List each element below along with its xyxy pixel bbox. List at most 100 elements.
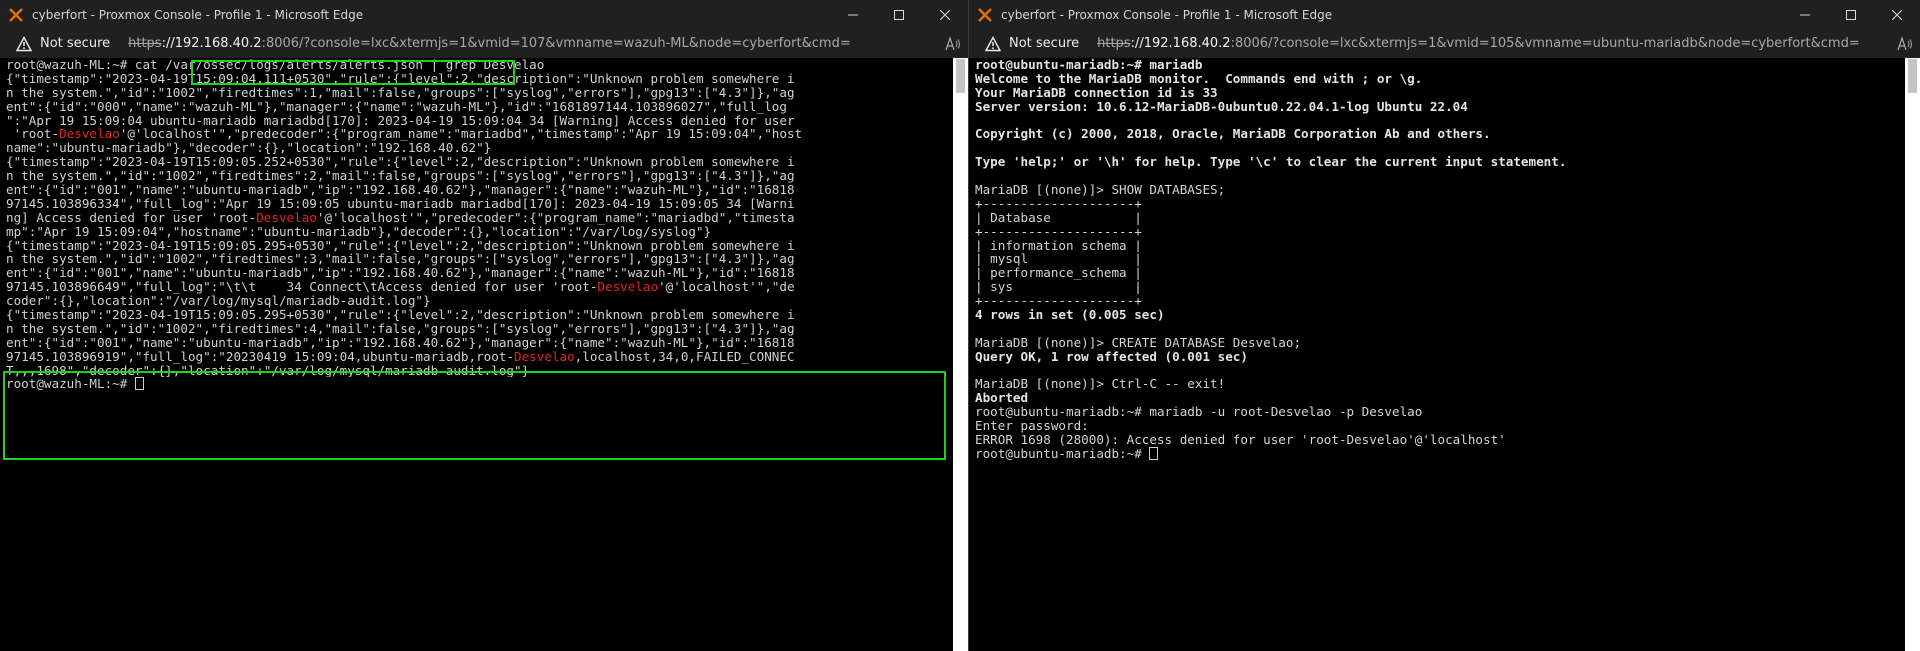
terminal-text: | performance_schema |	[975, 266, 1142, 281]
terminal-line: coder":{},"location":"/var/log/mysql/mar…	[6, 294, 953, 308]
terminal-line: Type 'help;' or '\h' for help. Type '\c'…	[975, 155, 1905, 169]
url-protocol: https	[1097, 36, 1131, 51]
terminal-line: | information_schema |	[975, 239, 1905, 253]
terminal-text: Copyright (c) 2000, 2018, Oracle, MariaD…	[975, 127, 1491, 142]
terminal-line: 97145.103896334","full_log":"Apr 19 15:0…	[6, 197, 953, 211]
terminal-line: +--------------------+	[975, 294, 1905, 308]
scrollbar-thumb[interactable]	[956, 59, 965, 93]
terminal-line: ent":{"id":"000","name":"wazuh-ML"},"man…	[6, 100, 953, 114]
terminal-text: | mysql |	[975, 252, 1142, 267]
read-aloud-icon[interactable]	[1890, 35, 1920, 52]
minimize-button[interactable]	[830, 0, 876, 29]
read-aloud-icon[interactable]	[938, 35, 968, 52]
terminal-line: 97145.103896649","full_log":"\t\t 34 Con…	[6, 280, 953, 294]
close-button[interactable]	[922, 0, 968, 29]
terminal-line: root@ubuntu-mariadb:~#	[975, 446, 1905, 461]
terminal-text: ,localhost,34,0,FAILED_CONNEC	[574, 349, 795, 364]
terminal-text: {"timestamp":"2023-04-19T15:09:04.111+05…	[6, 71, 795, 86]
terminal-line: Enter password:	[975, 419, 1905, 433]
warning-triangle-icon[interactable]	[16, 35, 32, 52]
terminal-line: MariaDB [(none)]> CREATE DATABASE Desvel…	[975, 336, 1905, 350]
close-button[interactable]	[1874, 0, 1920, 29]
terminal-line: Server version: 10.6.12-MariaDB-0ubuntu0…	[975, 100, 1905, 114]
window-title: cyberfort - Proxmox Console - Profile 1 …	[1001, 7, 1333, 22]
terminal-line: ":"Apr 19 15:09:04 ubuntu-mariadb mariad…	[6, 114, 953, 128]
terminal-line: MariaDB [(none)]> Ctrl-C -- exit!	[975, 377, 1905, 391]
terminal-text: n the system.","id":"1002","firedtimes":…	[6, 321, 795, 336]
terminal-text: root@ubuntu-mariadb:~#	[975, 446, 1150, 461]
terminal-text: '@'localhost'","de	[658, 280, 795, 295]
terminal-text: ent":{"id":"001","name":"ubuntu-mariadb"…	[6, 183, 795, 197]
terminal-line: root@wazuh-ML:~# cat /var/ossec/logs/ale…	[6, 58, 953, 72]
maximize-button[interactable]	[876, 0, 922, 29]
terminal-text: n the system.","id":"1002","firedtimes":…	[6, 169, 795, 184]
terminal-line: Query OK, 1 row affected (0.001 sec)	[975, 350, 1905, 364]
terminal-text: name":"ubuntu-mariadb"},"decoder":{},"lo…	[6, 141, 492, 156]
terminal-line: ent":{"id":"001","name":"ubuntu-mariadb"…	[6, 183, 953, 197]
terminal-text: '@'localhost'","predecoder":{"program_na…	[316, 210, 795, 225]
terminal-text: MariaDB [(none)]> SHOW DATABASES;	[975, 183, 1226, 197]
terminal-text: Welcome to the MariaDB monitor. Commands…	[975, 71, 1423, 86]
left-browser-window: cyberfort - Proxmox Console - Profile 1 …	[0, 0, 969, 651]
terminal-line: {"timestamp":"2023-04-19T15:09:05.295+05…	[6, 239, 953, 253]
terminal-console[interactable]: root@ubuntu-mariadb:~# mariadb Welcome to…	[969, 58, 1905, 651]
scrollbar-thumb[interactable]	[1908, 59, 1917, 93]
terminal-cursor	[1149, 446, 1159, 460]
terminal-text: Aborted	[975, 391, 1029, 406]
highlighted-keyword: Desvelao	[256, 210, 317, 225]
url-field[interactable]: https://192.168.40.2:8006/?console=lxc&x…	[128, 36, 938, 51]
terminal-text: ent":{"id":"001","name":"ubuntu-mariadb"…	[6, 266, 795, 281]
terminal-text: +--------------------+	[975, 196, 1142, 211]
address-bar[interactable]: Not secure https://192.168.40.2:8006/?co…	[969, 29, 1920, 58]
terminal-line: ent":{"id":"001","name":"ubuntu-mariadb"…	[6, 336, 953, 350]
proxmox-logo-icon	[977, 7, 993, 23]
terminal-line: 'root-Desvelao'@'localhost'","predecoder…	[6, 127, 953, 141]
terminal-console[interactable]: root@wazuh-ML:~# cat /var/ossec/logs/ale…	[0, 58, 953, 651]
terminal-text: 'root-	[6, 127, 60, 142]
terminal-text: | information_schema |	[975, 238, 1142, 253]
title-bar[interactable]: cyberfort - Proxmox Console - Profile 1 …	[0, 0, 968, 29]
proxmox-logo-icon	[8, 7, 24, 23]
terminal-text: 97145.103896919","full_log":"20230419 15…	[6, 349, 514, 364]
terminal-text: MariaDB [(none)]> Ctrl-C -- exit!	[975, 377, 1226, 392]
terminal-text: Enter password:	[975, 419, 1089, 434]
terminal-text: n the system.","id":"1002","firedtimes":…	[6, 252, 795, 267]
terminal-line: root@ubuntu-mariadb:~# mariadb -u root-D…	[975, 405, 1905, 419]
terminal-text: root@wazuh-ML:~#	[6, 377, 135, 392]
terminal-output: root@wazuh-ML:~# cat /var/ossec/logs/ale…	[6, 58, 953, 391]
terminal-line: n the system.","id":"1002","firedtimes":…	[6, 252, 953, 266]
url-protocol: https	[128, 36, 162, 51]
highlighted-keyword: Desvelao	[59, 127, 120, 142]
title-bar[interactable]: cyberfort - Proxmox Console - Profile 1 …	[969, 0, 1920, 29]
terminal-line: Aborted	[975, 391, 1905, 405]
url-host: ://192.168.40.2	[1130, 36, 1231, 51]
scrollbar[interactable]	[953, 58, 968, 651]
url-path: :8006/?console=lxc&xtermjs=1&vmid=107&vm…	[261, 36, 851, 51]
not-secure-label[interactable]: Not secure	[40, 36, 110, 51]
scrollbar[interactable]	[1905, 58, 1920, 651]
terminal-text: +--------------------+	[975, 294, 1142, 309]
terminal-text: mp":"Apr 19 15:09:04","hostname":"ubuntu…	[6, 224, 712, 239]
terminal-text: 97145.103896649","full_log":"\t\t 34 Con…	[6, 280, 598, 295]
url-field[interactable]: https://192.168.40.2:8006/?console=lxc&x…	[1097, 36, 1890, 51]
terminal-text: coder":{},"location":"/var/log/mysql/mar…	[6, 294, 431, 309]
address-bar[interactable]: Not secure https://192.168.40.2:8006/?co…	[0, 29, 968, 58]
minimize-button[interactable]	[1782, 0, 1828, 29]
not-secure-label[interactable]: Not secure	[1009, 36, 1079, 51]
terminal-text: | Database |	[975, 210, 1142, 225]
highlighted-keyword: Desvelao	[597, 280, 659, 295]
terminal-text: ent":{"id":"001","name":"ubuntu-mariadb"…	[6, 335, 795, 350]
window-title: cyberfort - Proxmox Console - Profile 1 …	[32, 7, 364, 22]
terminal-line: +--------------------+	[975, 225, 1905, 239]
terminal-line: n the system.","id":"1002","firedtimes":…	[6, 322, 953, 336]
maximize-button[interactable]	[1828, 0, 1874, 29]
url-host: ://192.168.40.2	[161, 36, 262, 51]
warning-triangle-icon[interactable]	[985, 35, 1001, 52]
terminal-line: Copyright (c) 2000, 2018, Oracle, MariaD…	[975, 127, 1905, 141]
terminal-line: root@ubuntu-mariadb:~# mariadb	[975, 58, 1905, 72]
